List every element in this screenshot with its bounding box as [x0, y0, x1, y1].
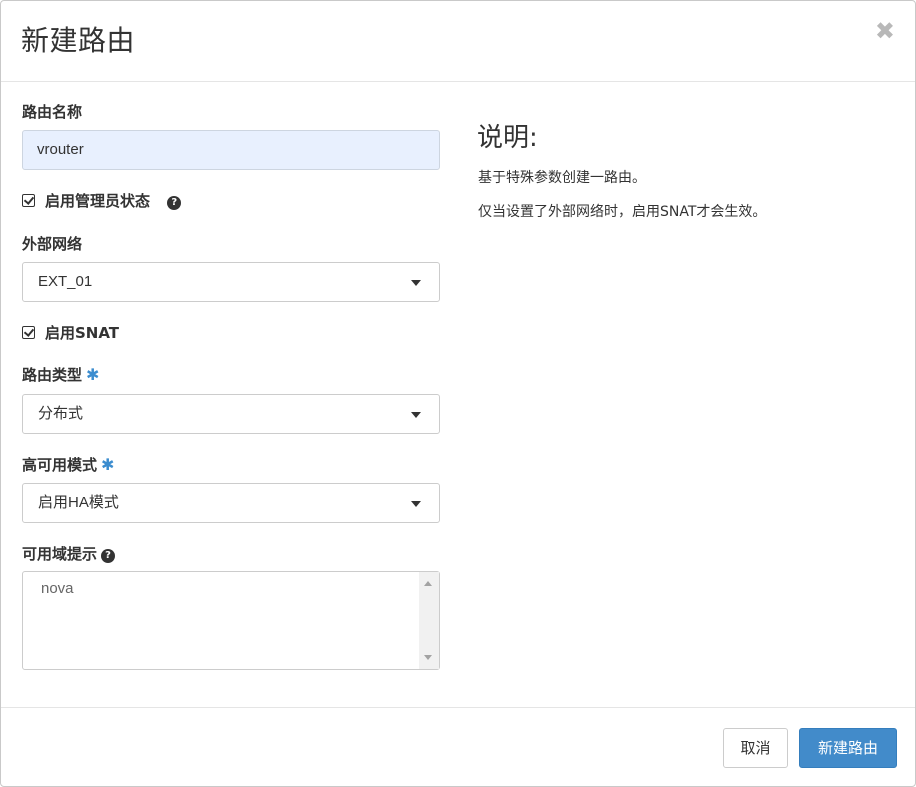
router-type-select[interactable]: 分布式: [22, 394, 440, 434]
cancel-button[interactable]: 取消: [723, 728, 788, 768]
scroll-down-icon[interactable]: [424, 655, 432, 660]
description-line: 仅当设置了外部网络时，启用SNAT才会生效。: [478, 204, 767, 220]
dialog-title: 新建路由: [21, 24, 136, 57]
create-router-button[interactable]: 新建路由: [799, 728, 897, 768]
enable-snat-checkbox[interactable]: [22, 326, 35, 339]
router-name-input[interactable]: vrouter: [22, 130, 440, 170]
ha-mode-label-text: 高可用模式: [22, 456, 98, 474]
external-network-value: EXT_01: [38, 273, 93, 290]
question-circle-icon[interactable]: ?: [101, 549, 116, 563]
router-name-label: 路由名称: [22, 102, 82, 122]
enable-snat-label: 启用SNAT: [45, 324, 120, 342]
enable-snat-row[interactable]: 启用SNAT: [22, 323, 119, 343]
caret-down-icon: [411, 412, 421, 418]
az-hints-option[interactable]: nova: [41, 580, 74, 597]
ha-mode-value: 启用HA模式: [38, 494, 119, 511]
external-network-select[interactable]: EXT_01: [22, 262, 440, 302]
scrollbar[interactable]: [419, 572, 439, 669]
router-name-label-text: 路由名称: [22, 103, 83, 121]
create-router-dialog: 新建路由 ✖ 路由名称 vrouter 启用管理员状态 ? 外部网络 EXT_0…: [0, 0, 916, 787]
admin-state-checkbox[interactable]: [22, 194, 35, 207]
admin-state-label: 启用管理员状态: [45, 192, 151, 210]
close-icon[interactable]: ✖: [875, 19, 895, 43]
caret-down-icon: [411, 501, 421, 507]
dialog-footer: 取消 新建路由: [1, 707, 915, 787]
ha-mode-select[interactable]: 启用HA模式: [22, 483, 440, 523]
az-hints-label-text: 可用域提示: [22, 545, 98, 563]
admin-state-row[interactable]: 启用管理员状态 ?: [22, 191, 182, 211]
question-circle-icon[interactable]: ?: [167, 196, 182, 210]
az-hints-label: 可用域提示?: [22, 544, 116, 564]
router-type-label: 路由类型 ✱: [22, 365, 99, 385]
caret-down-icon: [411, 280, 421, 286]
required-star-icon: ✱: [101, 455, 115, 474]
dialog-header: 新建路由 ✖: [1, 1, 915, 82]
scroll-up-icon[interactable]: [424, 581, 432, 586]
external-network-label: 外部网络: [22, 234, 82, 254]
router-type-label-text: 路由类型: [22, 366, 83, 384]
ha-mode-label: 高可用模式 ✱: [22, 455, 114, 475]
router-type-value: 分布式: [38, 405, 84, 422]
description-title: 说明:: [477, 123, 538, 153]
external-network-label-text: 外部网络: [22, 235, 83, 253]
description-line: 基于特殊参数创建一路由。: [478, 170, 646, 186]
required-star-icon: ✱: [86, 365, 100, 384]
az-hints-listbox[interactable]: nova: [22, 571, 440, 670]
